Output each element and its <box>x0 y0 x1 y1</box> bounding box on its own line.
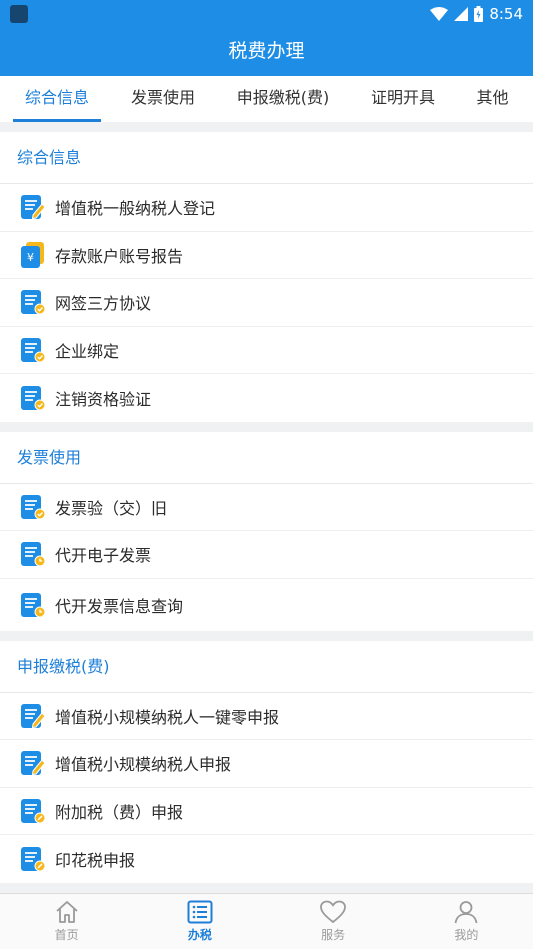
document-check-icon <box>20 493 46 521</box>
list-item-label: 增值税一般纳税人登记 <box>55 199 216 219</box>
list-item-label: 存款账户账号报告 <box>55 246 184 266</box>
tab-invoice-use[interactable]: 发票使用 <box>114 76 212 122</box>
status-bar: 8:54 <box>0 0 533 28</box>
tab-label: 证明开具 <box>370 88 435 107</box>
yuan-card-icon: ¥ <box>20 241 46 269</box>
section-title: 综合信息 <box>0 132 533 184</box>
tab-other[interactable]: 其他 <box>452 76 533 122</box>
section-comprehensive-info: 综合信息 增值税一般纳税人登记 ¥ 存款账户账号报告 网签三方协议 企业绑定 注销… <box>0 132 533 422</box>
document-clock-icon <box>20 540 46 568</box>
list-item-label: 代开发票信息查询 <box>55 596 184 616</box>
status-time: 8:54 <box>489 5 523 23</box>
list-item[interactable]: 附加税（费）申报 <box>0 788 533 835</box>
svg-text:¥: ¥ <box>27 251 34 264</box>
list-item-label: 代开电子发票 <box>55 546 152 566</box>
category-tabs: 综合信息 发票使用 申报缴税(费) 证明开具 其他 <box>0 76 533 122</box>
service-list: 综合信息 增值税一般纳税人登记 ¥ 存款账户账号报告 网签三方协议 企业绑定 注销… <box>0 122 533 893</box>
app-notification-icon <box>10 5 28 23</box>
status-indicators: 8:54 <box>430 4 523 24</box>
list-item-label: 附加税（费）申报 <box>55 802 184 822</box>
list-item-label: 增值税小规模纳税人一键零申报 <box>55 707 280 727</box>
tab-declare-pay[interactable]: 申报缴税(费) <box>212 76 354 122</box>
list-item[interactable]: ¥ 存款账户账号报告 <box>0 232 533 279</box>
document-check-icon <box>20 336 46 364</box>
nav-label: 服务 <box>321 928 346 942</box>
document-check-icon <box>20 288 46 316</box>
user-icon <box>454 901 478 924</box>
tab-label: 发票使用 <box>130 88 195 107</box>
home-icon <box>56 901 78 923</box>
nav-label: 首页 <box>54 928 79 942</box>
section-title: 发票使用 <box>0 432 533 484</box>
tab-label: 综合信息 <box>24 88 89 107</box>
document-pen-badge-icon <box>20 845 46 873</box>
bottom-navigation: 首页 办税 服务 我的 <box>0 893 533 949</box>
tab-label: 申报缴税(费) <box>236 88 330 107</box>
list-item[interactable]: 企业绑定 <box>0 327 533 374</box>
nav-mine[interactable]: 我的 <box>400 894 533 949</box>
cellular-signal-icon <box>454 7 469 21</box>
document-pen-badge-icon <box>20 797 46 825</box>
document-check-icon <box>20 384 46 412</box>
list-item-label: 注销资格验证 <box>55 389 152 409</box>
list-item-label: 增值税小规模纳税人申报 <box>55 755 232 775</box>
document-edit-icon <box>20 749 46 777</box>
document-clock-icon <box>20 591 46 619</box>
nav-home[interactable]: 首页 <box>0 894 133 949</box>
list-item[interactable]: 印花税申报 <box>0 835 533 883</box>
tab-certificate[interactable]: 证明开具 <box>354 76 452 122</box>
nav-tax[interactable]: 办税 <box>133 894 266 949</box>
list-item-label: 发票验（交）旧 <box>55 498 168 518</box>
wifi-icon <box>430 7 449 21</box>
list-item[interactable]: 代开发票信息查询 <box>0 579 533 631</box>
list-item[interactable]: 代开电子发票 <box>0 531 533 579</box>
battery-icon <box>474 6 484 22</box>
list-item[interactable]: 增值税小规模纳税人一键零申报 <box>0 693 533 740</box>
list-icon <box>187 900 213 924</box>
nav-service[interactable]: 服务 <box>267 894 400 949</box>
tab-label: 其他 <box>476 88 509 107</box>
heart-icon <box>320 900 347 924</box>
list-item-label: 网签三方协议 <box>55 294 152 314</box>
list-item[interactable]: 发票验（交）旧 <box>0 484 533 531</box>
list-item[interactable]: 网签三方协议 <box>0 279 533 327</box>
section-title: 申报缴税(费) <box>0 641 533 693</box>
section-invoice-use: 发票使用 发票验（交）旧 代开电子发票 代开发票信息查询 <box>0 431 533 631</box>
document-edit-icon <box>20 702 46 730</box>
page-title: 税费办理 <box>228 40 305 62</box>
list-item-label: 企业绑定 <box>55 341 120 361</box>
title-bar: 税费办理 <box>0 28 533 76</box>
section-declare-pay: 申报缴税(费) 增值税小规模纳税人一键零申报 增值税小规模纳税人申报 附加税（费… <box>0 640 533 883</box>
list-item-label: 印花税申报 <box>55 850 136 870</box>
list-item[interactable]: 注销资格验证 <box>0 374 533 422</box>
nav-label: 办税 <box>187 928 212 942</box>
document-edit-icon <box>20 193 46 221</box>
tab-comprehensive-info[interactable]: 综合信息 <box>0 76 114 122</box>
nav-label: 我的 <box>454 928 479 942</box>
list-item[interactable]: 增值税一般纳税人登记 <box>0 184 533 232</box>
list-item[interactable]: 增值税小规模纳税人申报 <box>0 740 533 788</box>
